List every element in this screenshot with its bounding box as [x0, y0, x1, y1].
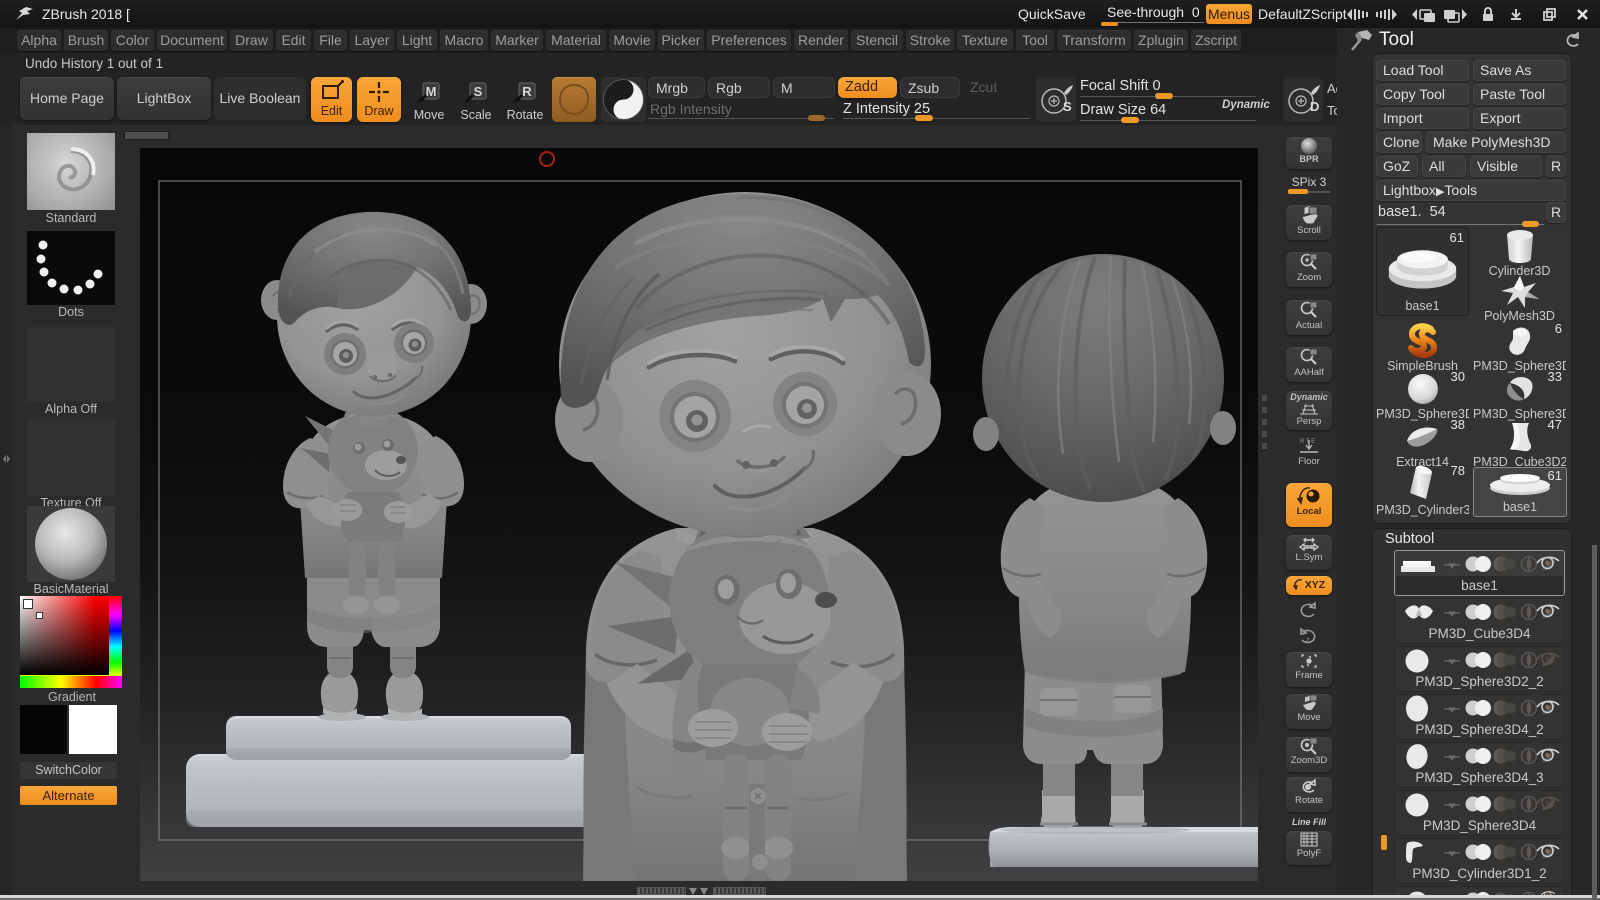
svg-text:R T E: R T E [1300, 439, 1315, 445]
svg-text:S: S [1063, 99, 1072, 114]
svg-text:R: R [522, 84, 532, 99]
svg-text:M: M [426, 84, 437, 99]
svg-text:z: z [1306, 637, 1310, 644]
svg-text:D: D [1310, 99, 1319, 114]
svg-text:S: S [474, 84, 483, 99]
